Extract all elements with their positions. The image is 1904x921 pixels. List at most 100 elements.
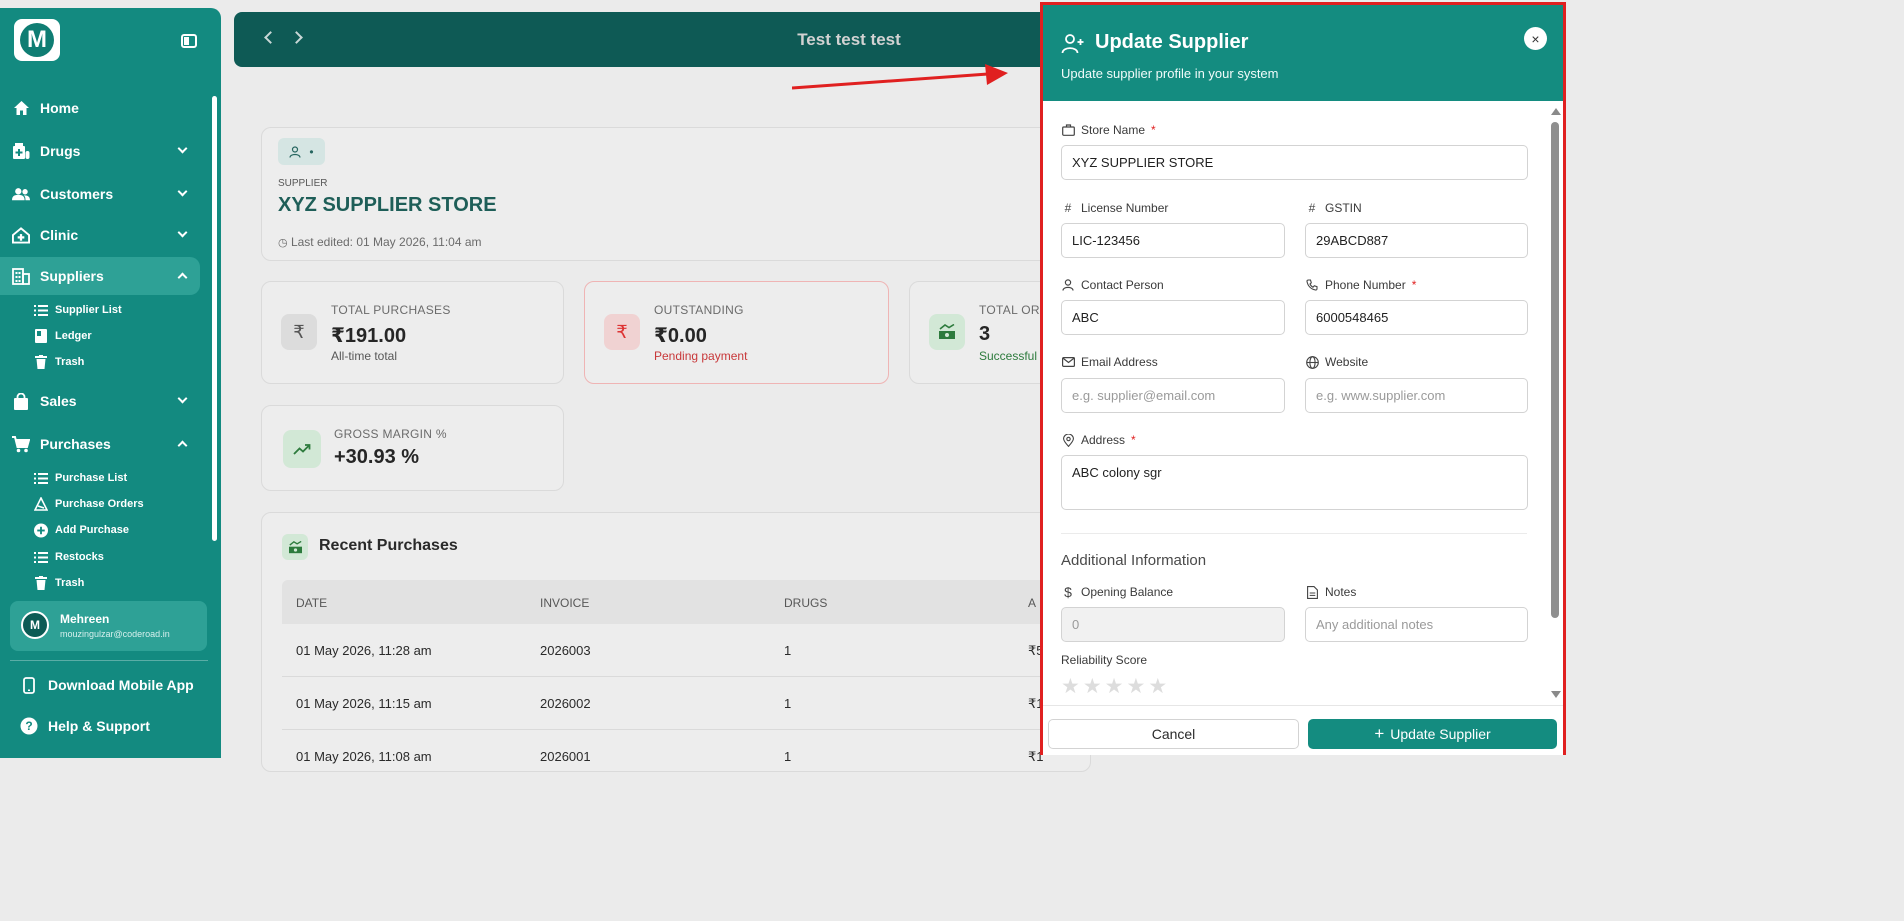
column-header: INVOICE <box>540 596 590 610</box>
sidebar-item-home[interactable]: Home <box>0 89 200 127</box>
recent-purchases-title: Recent Purchases <box>319 537 458 554</box>
close-button[interactable]: × <box>1524 27 1547 50</box>
stat-label: GROSS MARGIN % <box>334 427 447 441</box>
stat-value: ₹0.00 <box>654 325 707 347</box>
cancel-button[interactable]: Cancel <box>1048 719 1299 749</box>
additional-info-heading: Additional Information <box>1061 552 1207 569</box>
download-app-link[interactable]: Download Mobile App <box>20 673 194 697</box>
user-plus-icon <box>1061 34 1084 54</box>
chevron-up-icon <box>177 440 188 451</box>
table-header: DATE INVOICE DRUGS A <box>282 580 1072 624</box>
star-icon[interactable]: ★ <box>1061 676 1080 697</box>
building-icon <box>12 267 30 285</box>
contact-person-label: Contact Person <box>1061 278 1164 292</box>
column-header: A <box>1028 596 1037 610</box>
label-text: Opening Balance <box>1081 585 1174 599</box>
app-logo[interactable]: M <box>14 19 60 61</box>
sidebar-subitem-supplier-list[interactable]: Supplier List <box>34 299 122 321</box>
license-number-label: # License Number <box>1061 201 1169 215</box>
sidebar-subitem-restocks[interactable]: Restocks <box>34 546 104 568</box>
update-supplier-label: Update Supplier <box>1390 726 1491 742</box>
address-textarea[interactable]: ABC colony sgr <box>1061 455 1528 510</box>
clinic-icon <box>12 226 30 244</box>
sidebar-subitem-label: Restocks <box>55 551 104 563</box>
cell-invoice: 2026002 <box>540 696 591 711</box>
email-address-input[interactable] <box>1061 378 1285 413</box>
sidebar-subitem-trash[interactable]: Trash <box>34 351 84 373</box>
update-supplier-button[interactable]: + Update Supplier <box>1308 719 1557 749</box>
stat-sub: Pending payment <box>654 349 748 363</box>
notes-input[interactable] <box>1305 607 1528 642</box>
clock-icon: ◷ <box>278 237 288 249</box>
sidebar-item-purchases[interactable]: Purchases <box>0 425 200 463</box>
table-row[interactable]: 01 May 2026, 11:15 am 2026002 1 ₹1 <box>282 677 1072 730</box>
sidebar-subitem-purchase-trash[interactable]: Trash <box>34 572 84 594</box>
sidebar-subitem-label: Purchase List <box>55 472 128 484</box>
stat-label: TOTAL OR <box>979 303 1040 317</box>
notes-label: Notes <box>1305 585 1356 599</box>
sidebar-subitem-add-purchase[interactable]: Add Purchase <box>34 519 129 541</box>
cell-date: 01 May 2026, 11:28 am <box>296 643 432 658</box>
label-text: Address <box>1081 433 1126 447</box>
user-icon <box>1061 278 1075 292</box>
phone-number-input[interactable] <box>1305 300 1528 335</box>
star-icon[interactable]: ★ <box>1126 676 1145 697</box>
drawer-footer: Cancel + Update Supplier <box>1043 705 1563 755</box>
address-label: Address * <box>1061 433 1136 447</box>
mobile-phone-icon <box>20 676 38 694</box>
reliability-rating[interactable]: ★ ★ ★ ★ ★ <box>1061 676 1167 697</box>
star-icon[interactable]: ★ <box>1083 676 1102 697</box>
label-text: Notes <box>1325 585 1357 599</box>
table-row[interactable]: 01 May 2026, 11:28 am 2026003 1 ₹5 <box>282 624 1072 677</box>
file-text-icon <box>1305 585 1319 599</box>
store-icon <box>1061 123 1075 137</box>
sidebar-subitem-label: Add Purchase <box>55 524 129 536</box>
label-text: Reliability Score <box>1061 653 1148 667</box>
contact-person-input[interactable] <box>1061 300 1285 335</box>
label-text: GSTIN <box>1325 201 1362 215</box>
help-support-link[interactable]: ? Help & Support <box>20 714 150 738</box>
sidebar-item-clinic[interactable]: Clinic <box>0 216 200 254</box>
stat-value: +30.93 % <box>334 446 420 468</box>
sidebar-item-suppliers[interactable]: Suppliers <box>0 257 200 295</box>
supplier-label: SUPPLIER <box>278 178 328 189</box>
sidebar-collapse-icon[interactable] <box>181 34 197 48</box>
map-pin-icon <box>1061 433 1075 447</box>
cell-drugs: 1 <box>784 749 792 764</box>
scroll-down-arrow[interactable] <box>1551 691 1561 698</box>
phone-icon <box>1305 278 1319 292</box>
scroll-up-arrow[interactable] <box>1551 108 1561 115</box>
website-input[interactable] <box>1305 378 1528 413</box>
section-divider <box>1061 533 1527 534</box>
cell-invoice: 2026003 <box>540 643 591 658</box>
drawer-scrollbar[interactable] <box>1551 122 1559 618</box>
help-icon: ? <box>20 717 38 735</box>
dollar-icon: $ <box>1064 584 1072 600</box>
drawer-subtitle: Update supplier profile in your system <box>1061 66 1279 81</box>
annotation-arrow <box>792 64 1008 90</box>
sidebar-subitem-purchase-orders[interactable]: Purchase Orders <box>34 493 144 515</box>
chevron-down-icon <box>177 143 188 154</box>
label-text: Phone Number <box>1325 278 1406 292</box>
last-edited-text: Last edited: 01 May 2026, 11:04 am <box>290 235 482 249</box>
sidebar-subitem-purchase-list[interactable]: Purchase List <box>34 467 127 489</box>
stat-sub: All-time total <box>331 349 398 363</box>
sidebar-subitem-ledger[interactable]: Ledger <box>34 325 92 347</box>
star-icon[interactable]: ★ <box>1105 676 1124 697</box>
star-icon[interactable]: ★ <box>1148 676 1167 697</box>
user-profile-card[interactable]: M Mehreen mouzingulzar@coderoad.in <box>10 601 207 651</box>
license-number-input[interactable] <box>1061 223 1285 258</box>
required-mark: * <box>1411 278 1417 292</box>
opening-balance-input[interactable] <box>1061 607 1285 642</box>
sidebar-scrollbar[interactable] <box>212 96 217 541</box>
table-row[interactable]: 01 May 2026, 11:08 am 2026001 1 ₹1 <box>282 730 1072 783</box>
store-name-input[interactable] <box>1061 145 1528 180</box>
sidebar-item-customers[interactable]: Customers <box>0 175 200 213</box>
sidebar-item-drugs[interactable]: Drugs <box>0 132 200 170</box>
stat-value: ₹191.00 <box>331 325 407 347</box>
cell-drugs: 1 <box>784 643 792 658</box>
required-mark: * <box>1151 123 1156 137</box>
chevron-down-icon <box>177 186 188 197</box>
sidebar-item-sales[interactable]: Sales <box>0 382 200 420</box>
gstin-input[interactable] <box>1305 223 1528 258</box>
